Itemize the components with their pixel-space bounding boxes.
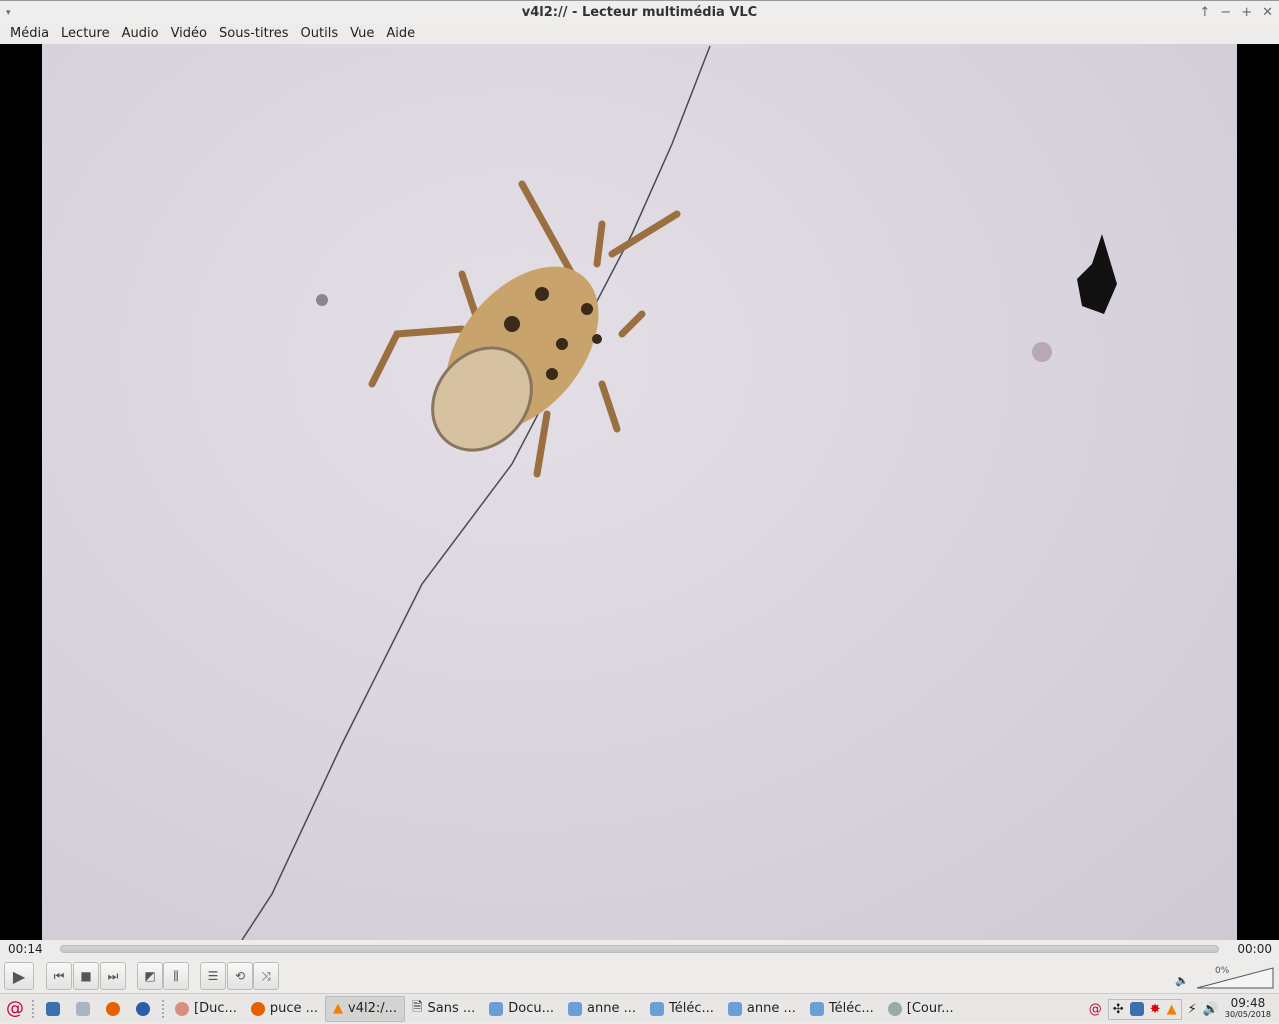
fullscreen-icon: ◩ xyxy=(144,969,156,983)
task-folder-downloads[interactable]: Téléc... xyxy=(643,996,721,1022)
menu-outils[interactable]: Outils xyxy=(295,24,345,44)
controls-bar: ▶ ⏮ ■ ⏭ ◩ ⫼ ☰ ⟲ ⤨ 🔈 0% xyxy=(0,960,1279,992)
time-row: 00:14 00:00 xyxy=(0,940,1279,958)
playlist-icon: ☰ xyxy=(207,969,219,983)
network-manager-icon[interactable]: ⚡ xyxy=(1188,1002,1197,1017)
task-folder-anne[interactable]: anne ... xyxy=(561,996,643,1022)
loop-button[interactable]: ⟲ xyxy=(227,962,253,990)
vlc-tray-icon[interactable]: ▲ xyxy=(1167,1002,1177,1017)
close-button[interactable]: ✕ xyxy=(1262,1,1273,25)
menu-vue[interactable]: Vue xyxy=(344,24,380,44)
show-desktop-icon[interactable] xyxy=(46,1001,60,1016)
task-folder-documents[interactable]: Docu... xyxy=(482,996,561,1022)
menu-bar: Média Lecture Audio Vidéo Sous-titres Ou… xyxy=(0,24,1279,44)
debian-menu-icon[interactable]: @ xyxy=(6,998,28,1019)
home-folder-icon xyxy=(727,1001,742,1016)
taskbar: @ [Duc... puce ... ▲ v4l2:/... 🗎 Sans ... … xyxy=(0,993,1279,1023)
volume-icon[interactable]: 🔊 xyxy=(1203,1002,1219,1017)
video-frame xyxy=(42,44,1237,941)
firefox-icon xyxy=(250,1001,265,1016)
task-firefox-puce[interactable]: puce ... xyxy=(244,996,325,1022)
elapsed-time: 00:14 xyxy=(8,942,43,956)
vlc-icon: ▲ xyxy=(333,1001,344,1016)
playlist-button[interactable]: ☰ xyxy=(200,962,226,990)
window-menu-button[interactable]: ▾ xyxy=(6,1,11,25)
previous-icon: ⏮ xyxy=(53,968,65,983)
task-document[interactable]: 🗎 Sans ... xyxy=(405,996,482,1022)
title-bar: ▾ v4l2:// - Lecteur multimédia VLC ↑ − +… xyxy=(0,0,1279,24)
folder-icon xyxy=(489,1001,504,1016)
shuffle-icon: ⤨ xyxy=(261,968,271,983)
mail-icon xyxy=(887,1001,902,1016)
browser-icon xyxy=(175,1001,189,1016)
home-folder-icon xyxy=(568,1001,583,1016)
task-folder-downloads-2[interactable]: Téléc... xyxy=(803,996,881,1022)
fullscreen-button[interactable]: ◩ xyxy=(137,962,163,990)
next-button[interactable]: ⏭ xyxy=(100,962,126,990)
menu-audio[interactable]: Audio xyxy=(116,24,165,44)
stop-button[interactable]: ■ xyxy=(73,962,99,990)
dropbox-icon[interactable]: ✣ xyxy=(1113,1002,1124,1017)
thunderbird-icon[interactable] xyxy=(136,1001,150,1016)
debian-update-icon[interactable]: @ xyxy=(1089,1002,1102,1017)
video-area[interactable] xyxy=(0,44,1279,941)
volume-control[interactable]: 🔈 0% xyxy=(1175,964,1275,990)
alert-icon[interactable]: ✸ xyxy=(1150,1002,1161,1017)
task-duckduckgo[interactable]: [Duc... xyxy=(168,996,244,1022)
speaker-icon[interactable]: 🔈 xyxy=(1175,974,1189,987)
menu-video[interactable]: Vidéo xyxy=(165,24,213,44)
downloads-folder-icon xyxy=(809,1001,824,1016)
maximize-button[interactable]: + xyxy=(1241,1,1252,25)
menu-aide[interactable]: Aide xyxy=(380,24,421,44)
video-content xyxy=(241,45,1117,941)
menu-media[interactable]: Média xyxy=(4,24,55,44)
equalizer-icon: ⫼ xyxy=(173,968,179,983)
play-icon: ▶ xyxy=(12,966,26,986)
downloads-folder-icon xyxy=(650,1001,665,1016)
menu-lecture[interactable]: Lecture xyxy=(55,24,116,44)
file-manager-icon[interactable] xyxy=(76,1001,90,1016)
next-icon: ⏭ xyxy=(107,968,119,983)
network-icon[interactable] xyxy=(1129,1001,1144,1016)
system-tray: @ ✣ ✸ ▲ ⚡ 🔊 09:48 30/05/2018 xyxy=(1089,994,1279,1024)
window-title: v4l2:// - Lecteur multimédia VLC xyxy=(521,5,758,20)
volume-label: 0% xyxy=(1215,966,1230,976)
seek-slider[interactable] xyxy=(60,945,1219,953)
minimize-button[interactable]: − xyxy=(1220,1,1231,25)
firefox-icon[interactable] xyxy=(106,1001,120,1016)
stop-icon: ■ xyxy=(80,969,92,983)
volume-slider[interactable] xyxy=(1195,964,1275,990)
extended-settings-button[interactable]: ⫼ xyxy=(163,962,189,990)
total-time[interactable]: 00:00 xyxy=(1237,942,1272,956)
clock[interactable]: 09:48 30/05/2018 xyxy=(1225,997,1271,1020)
shuffle-button[interactable]: ⤨ xyxy=(253,962,279,990)
task-mail[interactable]: [Cour... xyxy=(881,996,961,1022)
loop-icon: ⟲ xyxy=(234,969,246,983)
play-button[interactable]: ▶ xyxy=(4,962,34,990)
keep-above-button[interactable]: ↑ xyxy=(1199,1,1210,25)
previous-button[interactable]: ⏮ xyxy=(46,962,72,990)
task-folder-anne-2[interactable]: anne ... xyxy=(721,996,803,1022)
task-vlc[interactable]: ▲ v4l2:/... xyxy=(325,995,406,1022)
document-icon: 🗎 xyxy=(412,999,423,1015)
menu-sous-titres[interactable]: Sous-titres xyxy=(213,24,295,44)
